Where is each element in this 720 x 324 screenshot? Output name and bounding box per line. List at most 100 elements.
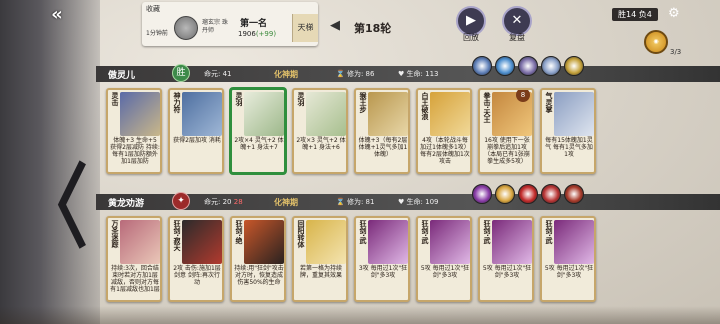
- buff-icon[interactable]: [518, 56, 538, 76]
- realm-stage: 化神期: [274, 70, 298, 79]
- card-title: 气灵掌: [545, 92, 553, 113]
- skill-card[interactable]: 狂剑·武 3攻 每用过1次"狂剑"多3攻: [354, 216, 410, 302]
- card-description: 3攻 每用过1次"狂剑"多3攻: [358, 265, 408, 279]
- collect-label[interactable]: 收藏: [146, 4, 160, 14]
- player-subtitle: 瑠玄宗 珠丹师: [202, 19, 228, 34]
- card-description: 5攻 每用过1次"狂剑"多3攻: [544, 265, 594, 279]
- buff-icon[interactable]: [495, 184, 515, 204]
- card-art: [244, 220, 284, 264]
- player-name: 傲灵儿: [108, 71, 136, 81]
- card-description: 2攻×3 灵气+2 体魄+1 身法+6: [296, 137, 346, 151]
- skill-card[interactable]: 白王破浪 4攻（本轮战斗每加过1体魄多1攻）每有2层体魄加1次攻击: [416, 88, 472, 174]
- buff-icon-list: [472, 56, 587, 78]
- card-cost-badge: 8: [516, 90, 530, 102]
- skill-card[interactable]: 万圣迷踪 持续:3次，回合结束时若对方加1层减敌，否则对方每有1层减敌也加1层: [106, 216, 162, 302]
- previous-round-arrow-icon[interactable]: ◀: [330, 18, 340, 33]
- card-art: [492, 220, 532, 264]
- buff-icon[interactable]: [564, 56, 584, 76]
- card-description: 2攻 击伤:施加1层剑意 剑阵:再次行动: [173, 265, 221, 286]
- buff-icon-list: [472, 184, 587, 206]
- rank-gain: (+99): [255, 30, 277, 38]
- card-description: 4攻（本轮战斗每加过1体魄多1攻）每有2层体魄加1次攻击: [420, 137, 470, 165]
- card-art: [306, 92, 346, 136]
- skill-card[interactable]: 神力符获得2层加攻 消耗: [168, 88, 224, 174]
- card-description: 持续:3次，回合结束时若对方加1层减敌，否则对方每有1层减敌也加1层: [110, 265, 160, 293]
- sect-badge: ✦: [172, 192, 190, 210]
- card-title: 灵羽: [297, 92, 305, 106]
- card-art: [554, 92, 594, 136]
- spirit-orb-icon[interactable]: ◉: [644, 30, 668, 54]
- buff-icon[interactable]: [518, 184, 538, 204]
- card-description: 获得2层加攻 消耗: [173, 137, 221, 144]
- card-title: 猴王步: [359, 92, 367, 113]
- card-art: [244, 92, 284, 136]
- buff-icon[interactable]: [541, 184, 561, 204]
- card-title: 狂剑·武: [359, 220, 367, 244]
- card-description: 体魄+3 生命+5 获得2层减防 持续:每有1层加防额外加1层加防: [110, 137, 160, 165]
- card-description: 若第一格为持续牌，重复其效果: [299, 265, 342, 279]
- skill-card[interactable]: 狂剑·武 5攻 每用过1次"狂剑"多3攻: [416, 216, 472, 302]
- skill-card[interactable]: 猴王步 体魄+3（每有2层体魄+1灵气多加1体魄）: [354, 88, 410, 174]
- buff-icon[interactable]: [495, 56, 515, 76]
- play-icon: ▶: [466, 13, 476, 28]
- card-title: 灵击: [111, 92, 119, 106]
- left-chevron-decoration: 〈: [18, 153, 88, 261]
- card-description: 5攻 每用过1次"狂剑"多3攻: [420, 265, 470, 279]
- double-arrow-back-icon[interactable]: «: [42, 6, 72, 24]
- card-art: [120, 220, 160, 264]
- skill-card[interactable]: 狂剑·绝 持续:用"狂剑"攻击对方时，恢复造成伤害50%的生命: [230, 216, 286, 302]
- card-art: [182, 92, 222, 136]
- replay-label: 回放: [463, 33, 479, 42]
- hourglass-icon: ⌛: [336, 70, 345, 78]
- skill-card[interactable]: 灵羽 2攻×3 灵气+2 体魄+1 身法+6: [292, 88, 348, 174]
- avatar: [174, 16, 198, 40]
- card-title: 白王破浪: [421, 92, 429, 120]
- close-x-icon: ✕: [511, 13, 523, 28]
- orb-count: 3/3: [670, 48, 682, 56]
- sect-badge: 胜: [172, 64, 190, 82]
- branch-settings-icon[interactable]: ⚙: [668, 6, 680, 21]
- player-row-1: 傲灵儿 胜 命元: 41 化神期 ⌛ 修为: 86 ♥ 生命: 113 灵击体魄…: [96, 56, 720, 176]
- card-title: 狂剑·武: [421, 220, 429, 244]
- skill-card[interactable]: 狂剑·武 5攻 每用过1次"狂剑"多3攻: [540, 216, 596, 302]
- card-description: 5攻 每用过1次"狂剑"多3攻: [482, 265, 532, 279]
- card-art: [554, 220, 594, 264]
- card-title: 狂剑·武: [483, 220, 491, 244]
- cultivation-stat: ⌛ 修为: 81: [336, 198, 375, 206]
- heart-icon: ♥: [398, 70, 405, 78]
- buff-icon[interactable]: [472, 56, 492, 76]
- skill-card[interactable]: 拳击·天王 16攻 使用下一张崩拳后追加1攻（本局已有1张崩拳生成多5攻） 8: [478, 88, 534, 174]
- rank-score: 1906(+99): [238, 30, 277, 38]
- life-stat: 命元: 41: [204, 70, 232, 78]
- player-name: 黄龙劝游: [108, 199, 145, 209]
- card-title: 狂剑·绝: [235, 220, 243, 244]
- skill-card[interactable]: 狂剑·武 5攻 每用过1次"狂剑"多3攻: [478, 216, 534, 302]
- skill-card[interactable]: 灵击体魄+3 生命+5 获得2层减防 持续:每有1层加防额外加1层加防: [106, 88, 162, 174]
- card-title: 灵羽: [235, 92, 243, 106]
- life-stat: 命元: 20 28: [204, 198, 243, 206]
- buff-icon[interactable]: [564, 184, 584, 204]
- skill-card[interactable]: 狂剑·寂天 2攻 击伤:施加1层剑意 剑阵:再次行动: [168, 216, 224, 302]
- card-title: 神力符: [173, 92, 181, 113]
- player-row-2: 黄龙劝游 ✦ 命元: 20 28 化神期 ⌛ 修为: 81 ♥ 生命: 109 …: [96, 184, 720, 304]
- card-art: [182, 220, 222, 264]
- round-label: 第18轮: [354, 22, 392, 35]
- player-rank-card[interactable]: 收藏 1分钟前 瑠玄宗 珠丹师 第一名 1906(+99) 天梯: [142, 2, 318, 46]
- card-description: 每有15体魄加1灵气 每有1灵气多加1攻: [545, 137, 593, 158]
- card-art: [430, 220, 470, 264]
- buff-icon[interactable]: [472, 184, 492, 204]
- card-title: 狂剑·武: [545, 220, 553, 244]
- hp-stat: ♥ 生命: 113: [398, 70, 439, 78]
- skill-card[interactable]: 气灵掌每有15体魄加1灵气 每有1灵气多加1攻: [540, 88, 596, 174]
- skill-card[interactable]: 回阳转体 若第一格为持续牌，重复其效果: [292, 216, 348, 302]
- card-art: [120, 92, 160, 136]
- bottom-decoration: [0, 306, 720, 324]
- card-art: [306, 220, 346, 264]
- skill-card[interactable]: 灵羽 2攻×4 灵气+2 体魄+1 身法+7: [230, 88, 286, 174]
- card-title: 拳击·天王: [483, 92, 491, 123]
- card-art: [368, 220, 408, 264]
- buff-icon[interactable]: [541, 56, 561, 76]
- card-art: [430, 92, 470, 136]
- player-bar: 傲灵儿 胜 命元: 41 化神期 ⌛ 修为: 86 ♥ 生命: 113: [96, 56, 720, 82]
- cultivation-stat: ⌛ 修为: 86: [336, 70, 375, 78]
